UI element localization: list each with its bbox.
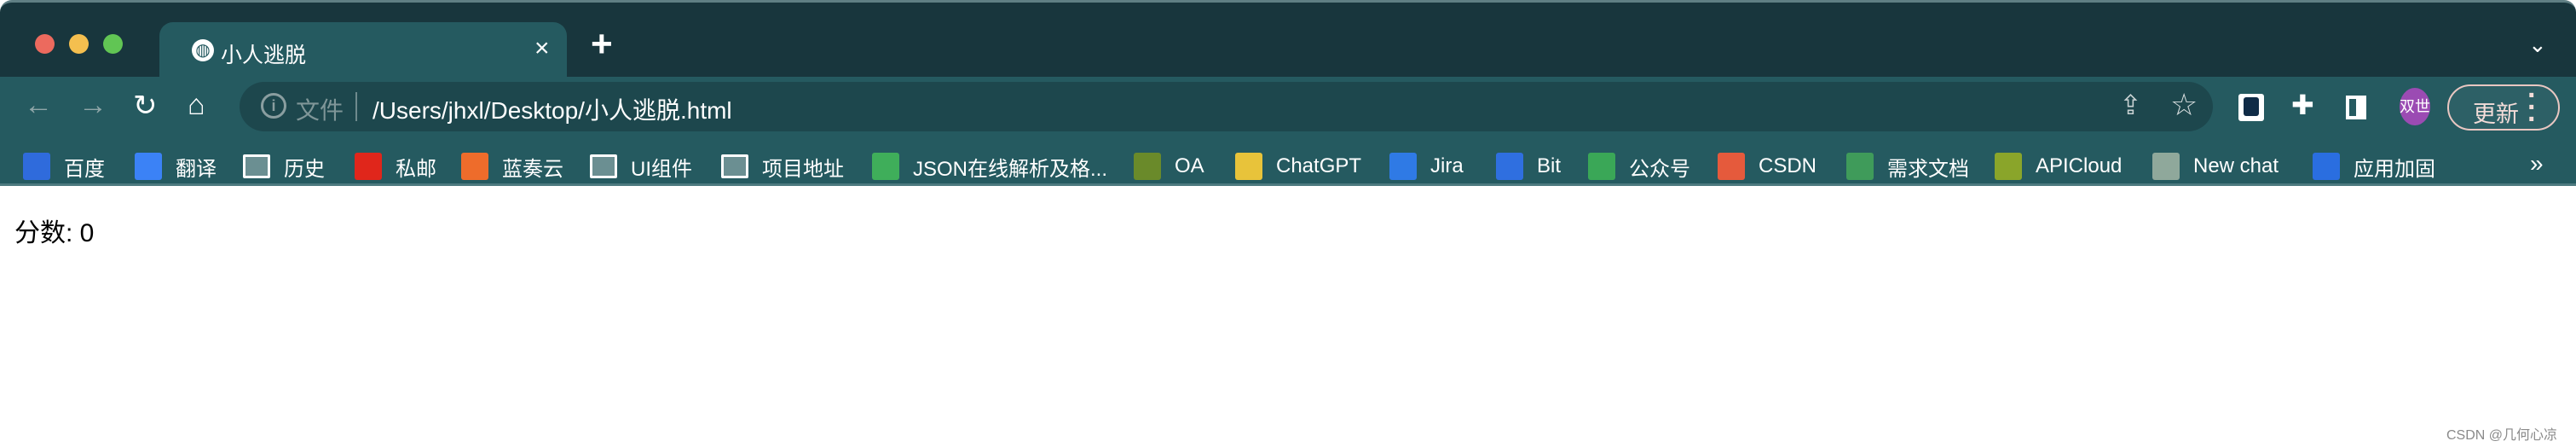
tab-strip: ◍ 小人逃脱 × + ⌄	[0, 0, 2576, 79]
folder-icon	[721, 154, 748, 178]
avatar[interactable]: 双世	[2400, 88, 2430, 125]
wechat-icon	[1588, 153, 1615, 180]
bookmark-label: Bit	[1537, 154, 1562, 177]
oa-icon	[1134, 153, 1161, 180]
openai-icon	[2152, 153, 2180, 180]
bookmark-label: UI组件	[631, 157, 692, 181]
bookmark-label: 应用加固	[2354, 157, 2435, 181]
bookmark-label: 项目地址	[762, 157, 844, 181]
reload-button[interactable]: ↻	[133, 89, 158, 123]
divider	[355, 92, 357, 121]
tab-active[interactable]: ◍ 小人逃脱 ×	[159, 22, 567, 79]
bookmark-item[interactable]: Jira	[1389, 151, 1464, 182]
robot-icon	[1235, 153, 1262, 180]
info-icon[interactable]: i	[261, 93, 286, 119]
bookmark-label: 公众号	[1629, 157, 1690, 181]
globe-icon: ◍	[192, 39, 214, 61]
score-text: 分数: 0	[14, 219, 95, 247]
bookmark-item[interactable]: CSDN	[1718, 151, 1816, 182]
bookmark-label: 需求文档	[1887, 157, 1969, 181]
csdn-icon	[1718, 153, 1745, 180]
share-icon[interactable]: ⇪	[2119, 89, 2142, 121]
bookmark-item[interactable]: 蓝奏云	[461, 151, 563, 182]
bookmark-item[interactable]: ChatGPT	[1235, 151, 1361, 182]
address-bar[interactable]: i 文件 /Users/jhxl/Desktop/小人逃脱.html ⇪ ☆	[240, 82, 2213, 131]
bookmark-item[interactable]: 项目地址	[721, 151, 844, 182]
bookmark-label: Jira	[1430, 154, 1464, 177]
mail-icon	[355, 153, 382, 180]
tab-close-icon[interactable]: ×	[534, 34, 550, 63]
bookmark-item[interactable]: UI组件	[590, 151, 692, 182]
lanzou-icon	[461, 153, 488, 180]
bookmark-item[interactable]: 历史	[243, 151, 325, 182]
bookmark-label: CSDN	[1759, 154, 1817, 177]
bookmark-item[interactable]: 需求文档	[1846, 151, 1969, 182]
bookmark-label: APICloud	[2036, 154, 2123, 177]
watermark: CSDN @几何心凉	[2446, 428, 2558, 443]
home-button[interactable]: ⌂	[188, 89, 205, 122]
bookmark-label: 私邮	[396, 157, 436, 181]
zoom-window-button[interactable]	[103, 34, 123, 54]
url-text[interactable]: /Users/jhxl/Desktop/小人逃脱.html	[373, 92, 732, 126]
bookmark-item[interactable]: 应用加固	[2313, 151, 2435, 182]
bookmark-item[interactable]: JSON在线解析及格...	[872, 151, 1107, 182]
update-button[interactable]: 更新 · · ·	[2447, 81, 2560, 134]
sheet-icon	[1846, 153, 1874, 180]
bookmark-item[interactable]: APICloud	[1995, 151, 2122, 182]
chevron-down-icon[interactable]: ⌄	[2528, 32, 2547, 58]
bookmark-item[interactable]: 公众号	[1588, 151, 1690, 182]
update-label: 更新	[2473, 102, 2519, 127]
baidu-icon	[23, 153, 50, 180]
minimize-window-button[interactable]	[69, 34, 89, 54]
bookmark-item[interactable]: 私邮	[355, 151, 436, 182]
forward-button[interactable]: →	[78, 89, 107, 122]
bookmark-label: New chat	[2193, 154, 2279, 177]
bookmark-item[interactable]: OA	[1134, 151, 1204, 182]
bookmark-item[interactable]: 翻译	[135, 151, 217, 182]
close-window-button[interactable]	[35, 34, 55, 54]
json-icon	[872, 153, 899, 180]
bookmark-label: OA	[1175, 154, 1204, 177]
bookmark-item[interactable]: 百度	[23, 151, 105, 182]
bookmark-label: 蓝奏云	[502, 157, 563, 181]
apicloud-icon	[1995, 153, 2022, 180]
shield-icon	[2313, 153, 2340, 180]
new-tab-button[interactable]: +	[591, 23, 613, 66]
puzzle-icon[interactable]: ✚	[2291, 89, 2314, 121]
bit-icon	[1496, 153, 1523, 180]
tab-title: 小人逃脱	[221, 44, 307, 67]
bookmark-item[interactable]: Bit	[1496, 151, 1561, 182]
jira-icon	[1389, 153, 1417, 180]
deepl-extension-icon[interactable]	[2238, 94, 2264, 121]
more-bookmarks-icon[interactable]: »	[2530, 150, 2544, 177]
bookmark-label: 百度	[64, 157, 105, 181]
side-panel-icon[interactable]	[2346, 96, 2366, 119]
folder-icon	[590, 154, 617, 178]
bookmark-label: 翻译	[176, 157, 217, 181]
folder-icon	[243, 154, 270, 178]
bookmarks-bar: 百度 翻译 历史 私邮 蓝奏云 UI组件 项目地址 JSON在线解析及格... OA ChatGP…	[0, 147, 2576, 186]
toolbar: ← → ↻ ⌂ i 文件 /Users/jhxl/Desktop/小人逃脱.ht…	[0, 77, 2576, 147]
bookmark-label: ChatGPT	[1276, 154, 1362, 177]
bookmark-label: JSON在线解析及格...	[913, 157, 1108, 181]
more-menu-icon[interactable]: · · ·	[2527, 81, 2537, 134]
translate-icon	[135, 153, 162, 180]
bookmark-item[interactable]: New chat	[2152, 151, 2279, 182]
bookmark-label: 历史	[284, 157, 325, 181]
back-button[interactable]: ←	[24, 89, 53, 122]
file-label: 文件	[296, 97, 344, 124]
star-icon[interactable]: ☆	[2170, 87, 2198, 123]
